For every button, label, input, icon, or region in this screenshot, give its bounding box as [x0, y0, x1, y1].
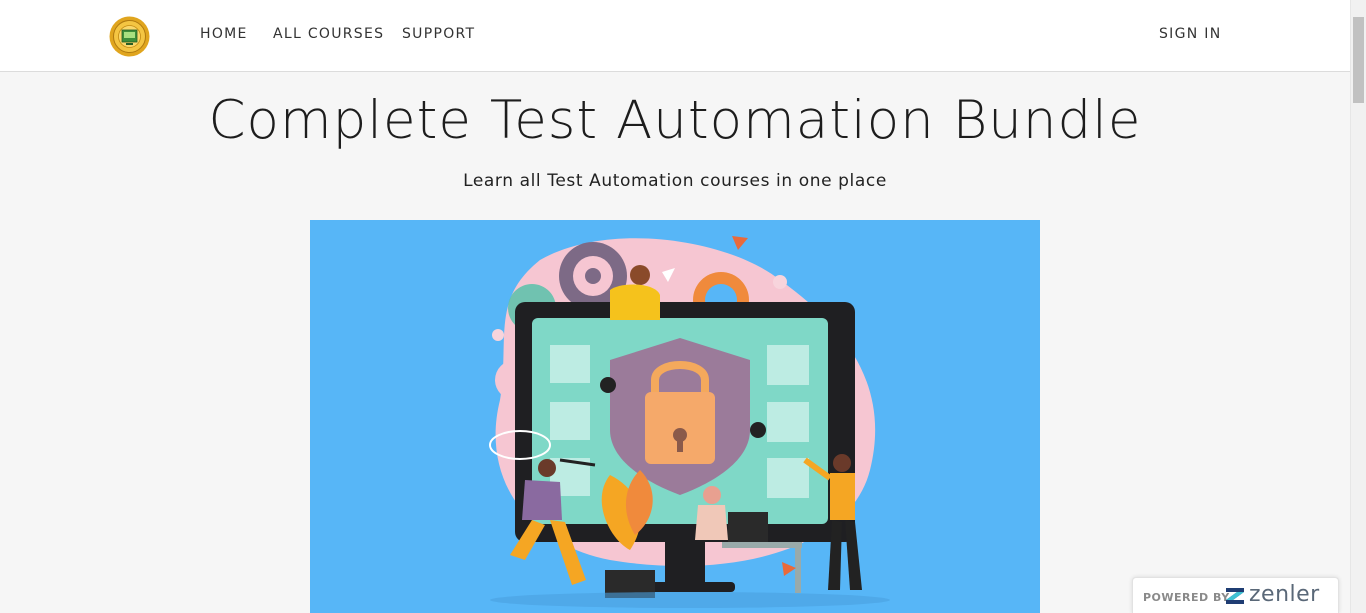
page-scrollbar[interactable]: [1350, 0, 1366, 613]
nav-home-link[interactable]: HOME: [200, 26, 248, 42]
powered-by-label: POWERED BY: [1143, 591, 1230, 604]
page-title: Complete Test Automation Bundle: [208, 90, 1142, 151]
sign-in-link[interactable]: SIGN IN: [1159, 26, 1222, 42]
scrollbar-thumb[interactable]: [1353, 17, 1364, 103]
site-logo[interactable]: [109, 16, 150, 57]
page-subtitle: Learn all Test Automation courses in one…: [463, 171, 887, 191]
zenler-logo-icon: [1226, 588, 1244, 604]
top-navbar: HOME ALL COURSES SUPPORT SIGN IN: [0, 0, 1350, 72]
nav-all-courses-link[interactable]: ALL COURSES: [273, 26, 384, 42]
hero-image: [310, 220, 1040, 613]
powered-by-badge[interactable]: POWERED BY zenler: [1132, 577, 1339, 613]
zenler-brand-text: zenler: [1249, 582, 1320, 607]
security-illustration: [489, 236, 890, 608]
nav-support-link[interactable]: SUPPORT: [402, 26, 475, 42]
